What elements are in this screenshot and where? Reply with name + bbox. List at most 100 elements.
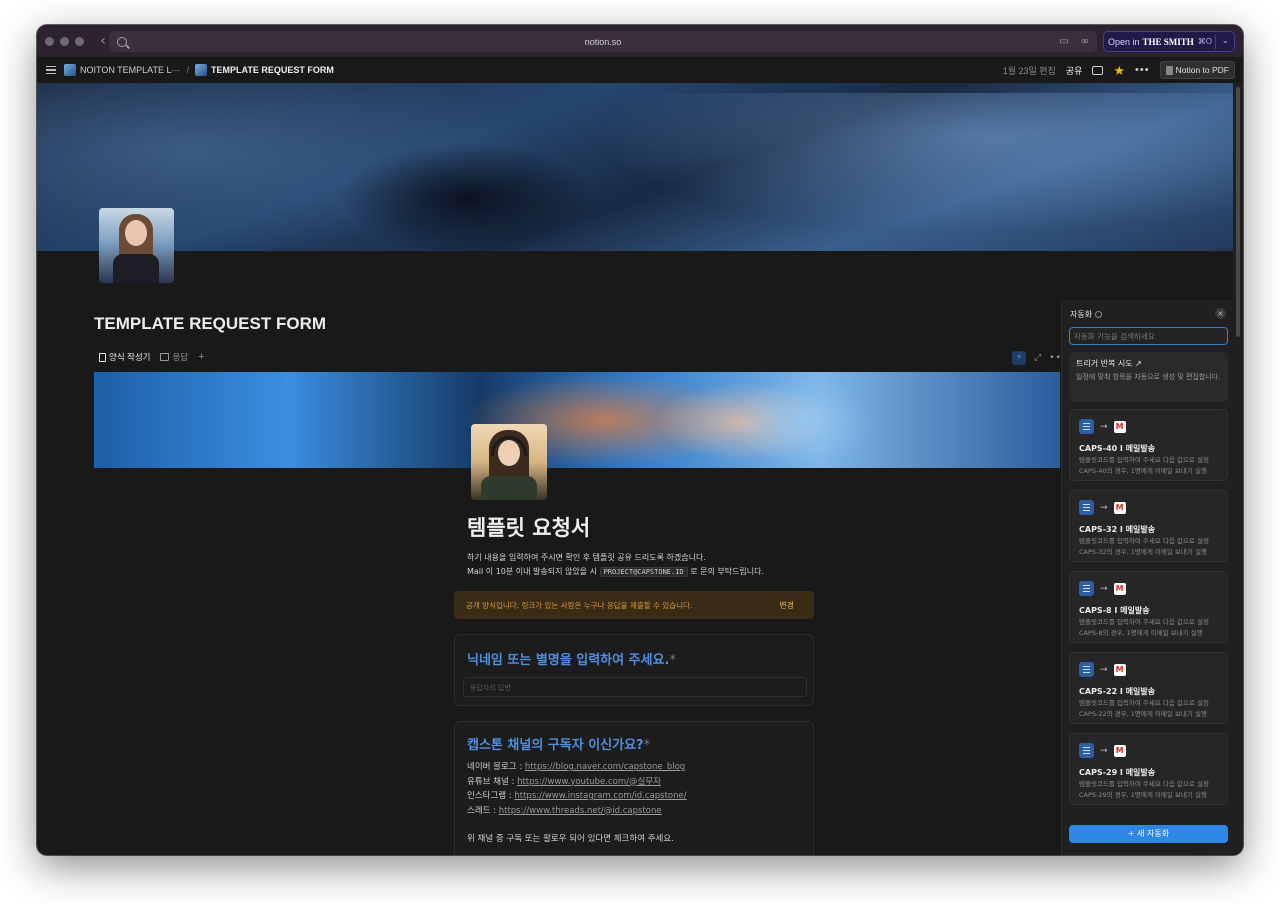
automation-bolt-icon[interactable]: ⚡ bbox=[1012, 351, 1026, 365]
automation-item[interactable]: → M CAPS-29 I 메일발송 템플릿코드를 입력하여 주세요 다음 값으로… bbox=[1069, 733, 1228, 805]
divider bbox=[1215, 35, 1216, 49]
search-placeholder: 자동화 기능을 검색하세요 bbox=[1074, 332, 1155, 341]
channel-line-threads: 스레드 : https://www.threads.net/@id.capsto… bbox=[467, 805, 662, 816]
check-instruction: 위 채널 중 구독 또는 팔로우 되어 있다면 체크하여 주세요. bbox=[467, 834, 674, 844]
arrow-right-icon: → bbox=[1100, 664, 1108, 675]
address-bar[interactable]: notion.so ▭ ∞ bbox=[109, 31, 1097, 52]
database-icon bbox=[1079, 581, 1094, 596]
reader-icon[interactable]: ▭ bbox=[1059, 36, 1068, 47]
trigger-retry-card[interactable]: 트리거 반복 시도 ↗ 일정에 맞춰 항목을 자동으로 생성 및 편집합니다. bbox=[1069, 352, 1228, 402]
youtube-link[interactable]: https://www.youtube.com/@실무자 bbox=[517, 777, 661, 787]
minimize-window-button[interactable] bbox=[60, 36, 69, 46]
star-icon[interactable]: ★ bbox=[1113, 64, 1125, 77]
trigger-title: 트리거 반복 시도 ↗ bbox=[1076, 359, 1142, 368]
automation-desc: 템플릿코드를 입력하여 주세요 다음 값으로 설정 CAPS-40의 경우, 1명… bbox=[1079, 456, 1209, 475]
form-desc-line: Mail 이 10분 이내 발송되지 않았을 시 PROJECT@CAPSTON… bbox=[467, 565, 764, 579]
database-icon bbox=[1079, 743, 1094, 758]
automation-desc: 템플릿코드를 입력하여 주세요 다음 값으로 설정 CAPS-29의 경우, 1명… bbox=[1079, 780, 1209, 799]
automation-item[interactable]: → M CAPS-32 I 메일발송 템플릿코드를 입력하여 주세요 다음 값으로… bbox=[1069, 490, 1228, 562]
tab-form-builder[interactable]: 양식 작성기 bbox=[99, 351, 150, 363]
automation-desc: 템플릿코드를 입력하여 주세요 다음 값으로 설정 CAPS-8의 경우, 1명에… bbox=[1079, 618, 1209, 637]
document-icon bbox=[99, 352, 106, 362]
form-description[interactable]: 하기 내용을 입력하여 주시면 확인 후 템플릿 공유 드리도록 하겠습니다. … bbox=[467, 551, 764, 579]
last-edited: 1월 23일 편집 bbox=[1002, 65, 1056, 76]
share-button[interactable]: 공유 bbox=[1066, 64, 1083, 77]
trigger-desc: 일정에 맞춰 항목을 자동으로 생성 및 편집합니다. bbox=[1076, 373, 1221, 381]
tab-responses[interactable]: 응답 bbox=[160, 351, 188, 363]
automation-item[interactable]: → M CAPS-8 I 메일발송 템플릿코드를 입력하여 주세요 다음 값으로 … bbox=[1069, 571, 1228, 643]
database-icon bbox=[1079, 419, 1094, 434]
question-label: 캡스톤 채널의 구독자 이신가요?* bbox=[467, 738, 651, 753]
breadcrumb-item-current[interactable]: TEMPLATE REQUEST FORM bbox=[211, 65, 334, 75]
automation-name: CAPS-40 I 메일발송 bbox=[1079, 444, 1156, 453]
help-icon[interactable] bbox=[1095, 311, 1103, 318]
browser-window: ‹ notion.so ▭ ∞ Open in THE SMITH ⌘O ⌄ N… bbox=[37, 25, 1243, 855]
change-button[interactable]: 변경 bbox=[779, 600, 794, 611]
notice-text: 공개 양식입니다. 링크가 있는 사람은 누구나 응답을 제출할 수 있습니다. bbox=[466, 600, 693, 610]
breadcrumb-page-icon bbox=[64, 64, 76, 76]
address-bar-actions: ▭ ∞ bbox=[1059, 36, 1089, 47]
arrow-right-icon: → bbox=[1100, 745, 1108, 756]
panel-title-text: 자동화 bbox=[1070, 310, 1093, 319]
pdf-icon bbox=[1165, 65, 1173, 75]
channel-line-youtube: 유튜브 채널 : https://www.youtube.com/@실무자 bbox=[467, 776, 661, 787]
browser-titlebar: ‹ notion.so ▭ ∞ Open in THE SMITH ⌘O ⌄ bbox=[37, 25, 1243, 57]
automation-name: CAPS-32 I 메일발송 bbox=[1079, 525, 1156, 534]
gmail-icon: M bbox=[1113, 744, 1126, 757]
open-in-brand: THE SMITH bbox=[1142, 36, 1194, 47]
instagram-link[interactable]: https://www.instagram.com/id.capstone/ bbox=[514, 791, 686, 801]
notion-to-pdf-button[interactable]: Notion to PDF bbox=[1159, 61, 1235, 79]
arrow-right-icon: → bbox=[1100, 421, 1108, 432]
automation-desc: 템플릿코드를 입력하여 주세요 다음 값으로 설정 CAPS-22의 경우, 1명… bbox=[1079, 699, 1209, 718]
automation-item[interactable]: → M CAPS-40 I 메일발송 템플릿코드를 입력하여 주세요 다음 값으로… bbox=[1069, 409, 1228, 481]
blog-link[interactable]: https://blog.naver.com/capstone_blog bbox=[525, 762, 685, 772]
threads-link[interactable]: https://www.threads.net/@id.capstone bbox=[499, 806, 662, 816]
new-automation-button[interactable]: + 새 자동화 bbox=[1069, 825, 1228, 843]
form-cover-image bbox=[94, 372, 1060, 468]
form-icon-image bbox=[471, 424, 547, 500]
answer-input[interactable]: 응답자의 답변 bbox=[463, 677, 807, 697]
contact-email-code: PROJECT@CAPSTONE.ID bbox=[599, 567, 688, 577]
breadcrumb-item-parent[interactable]: NOITON TEMPLATE L··· bbox=[80, 65, 181, 75]
page-icon-image[interactable] bbox=[99, 208, 174, 283]
automation-item[interactable]: → M CAPS-22 I 메일발송 템플릿코드를 입력하여 주세요 다음 값으로… bbox=[1069, 652, 1228, 724]
close-window-button[interactable] bbox=[45, 36, 54, 46]
automation-name: CAPS-8 I 메일발송 bbox=[1079, 606, 1150, 615]
notion-topbar: NOITON TEMPLATE L··· / TEMPLATE REQUEST … bbox=[37, 57, 1243, 83]
question-label: 닉네임 또는 별명을 입력하여 주세요.* bbox=[467, 653, 676, 668]
add-view-icon[interactable]: + bbox=[198, 351, 204, 363]
comment-icon[interactable] bbox=[1092, 65, 1104, 75]
view-tabs: 양식 작성기 응답 + bbox=[99, 351, 205, 363]
open-in-button[interactable]: Open in THE SMITH ⌘O ⌄ bbox=[1103, 31, 1235, 52]
link-icon[interactable]: ∞ bbox=[1081, 36, 1089, 47]
chevron-down-icon[interactable]: ⌄ bbox=[1221, 35, 1229, 46]
database-icon bbox=[1079, 662, 1094, 677]
scrollbar-thumb[interactable] bbox=[1236, 87, 1240, 337]
automation-desc: 템플릿코드를 입력하여 주세요 다음 값으로 설정 CAPS-32의 경우, 1명… bbox=[1079, 537, 1209, 556]
menu-icon[interactable] bbox=[46, 65, 56, 75]
desc-text: Mail 이 10분 이내 발송되지 않았을 시 bbox=[467, 567, 598, 576]
automation-name: CAPS-29 I 메일발송 bbox=[1079, 768, 1156, 777]
maximize-window-button[interactable] bbox=[75, 36, 84, 46]
question-card-nickname[interactable]: 닉네임 또는 별명을 입력하여 주세요.* 응답자의 답변 bbox=[454, 634, 814, 706]
gmail-icon: M bbox=[1113, 663, 1126, 676]
open-in-label: Open in bbox=[1108, 36, 1140, 47]
automation-search-input[interactable]: 자동화 기능을 검색하세요 bbox=[1069, 327, 1228, 345]
expand-icon[interactable]: ⤢ bbox=[1034, 353, 1041, 363]
open-in-shortcut: ⌘O bbox=[1197, 37, 1213, 46]
page-title[interactable]: TEMPLATE REQUEST FORM bbox=[94, 314, 326, 334]
pdf-button-label: Notion to PDF bbox=[1175, 65, 1229, 75]
more-icon[interactable]: ••• bbox=[1135, 64, 1150, 76]
channel-line-blog: 네이버 블로그 : https://blog.naver.com/capston… bbox=[467, 762, 686, 772]
form-title[interactable]: 템플릿 요청서 bbox=[467, 512, 590, 542]
chevron-left-icon[interactable]: ‹ bbox=[96, 33, 110, 49]
tab-label: 응답 bbox=[172, 352, 189, 362]
close-icon[interactable]: × bbox=[1215, 308, 1226, 319]
public-form-notice: 공개 양식입니다. 링크가 있는 사람은 누구나 응답을 제출할 수 있습니다.… bbox=[454, 591, 814, 619]
breadcrumb-separator: / bbox=[186, 65, 190, 75]
gmail-icon: M bbox=[1113, 582, 1126, 595]
window-controls bbox=[45, 36, 84, 46]
question-card-subscriber[interactable]: 캡스톤 채널의 구독자 이신가요?* 네이버 블로그 : https://blo… bbox=[454, 721, 814, 855]
automation-panel: 자동화 × 자동화 기능을 검색하세요 트리거 반복 시도 ↗ 일정에 맞춰 항… bbox=[1061, 300, 1234, 855]
desc-text: 로 문의 부탁드립니다. bbox=[690, 567, 765, 576]
